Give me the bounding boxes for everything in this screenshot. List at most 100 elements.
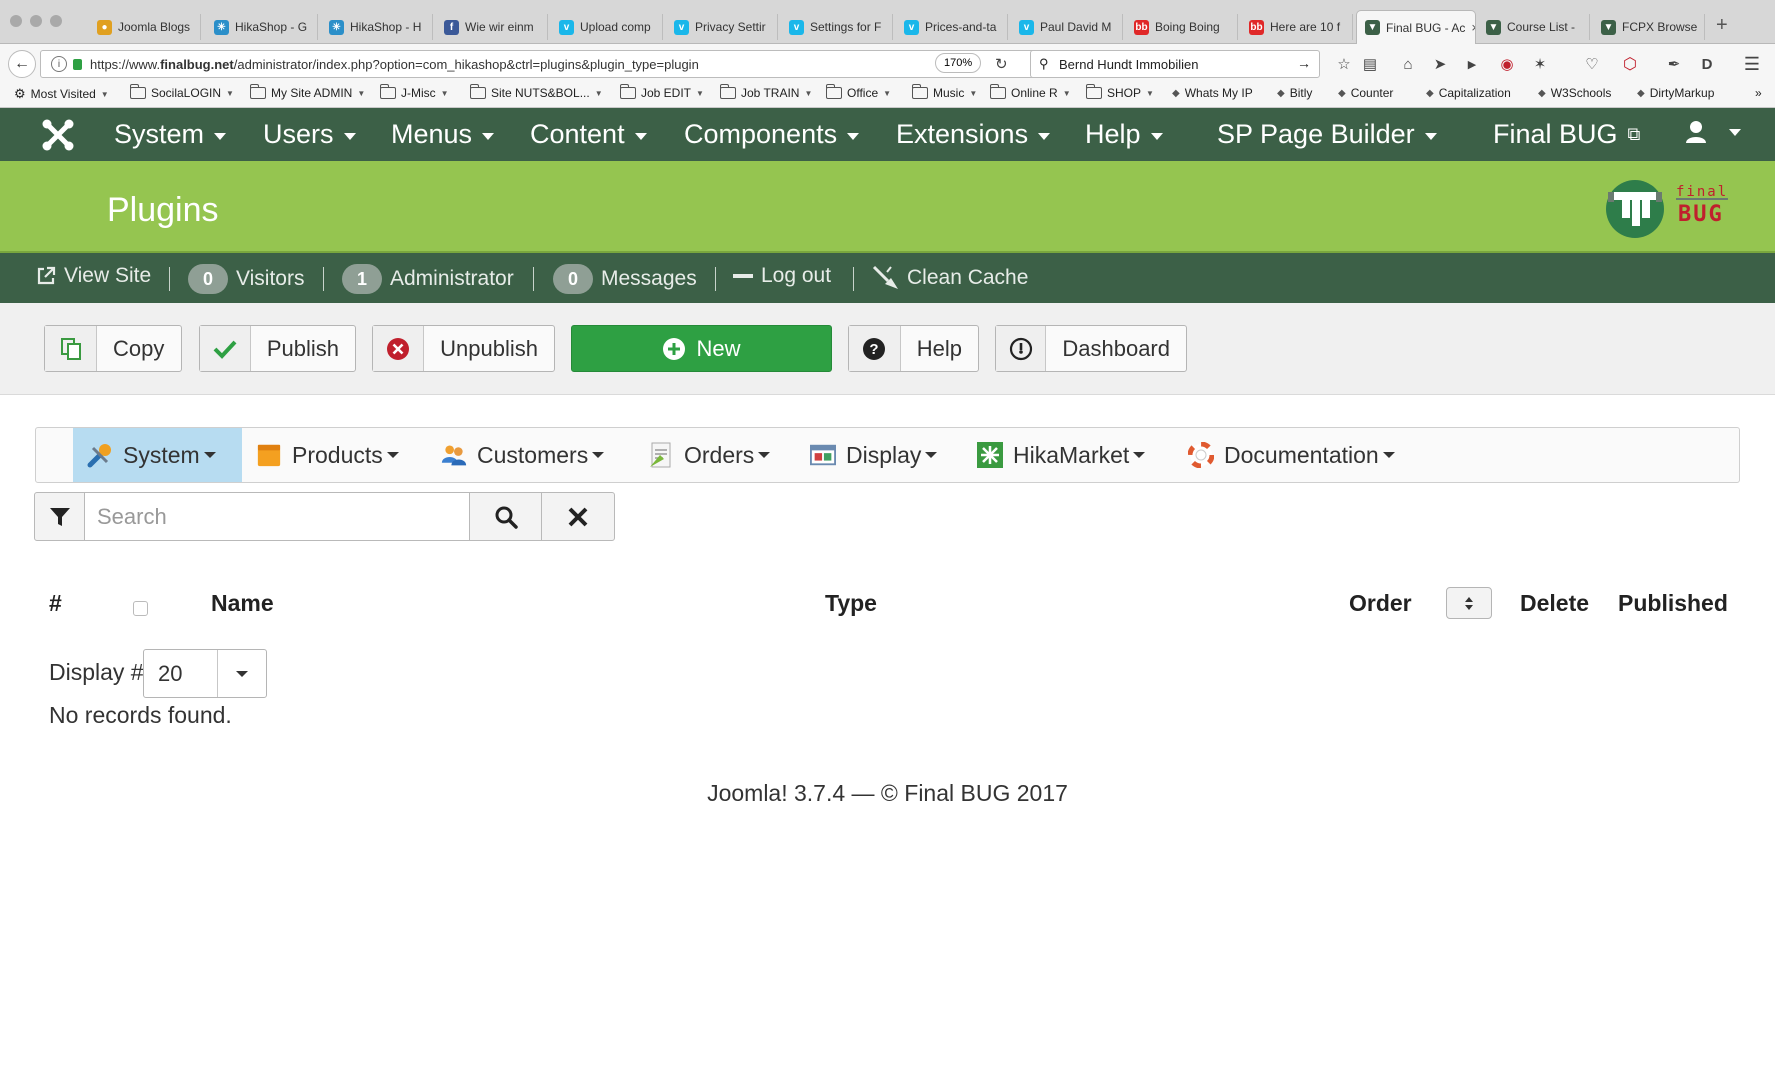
topnav-help[interactable]: Help [1085, 119, 1163, 150]
bookmark-item[interactable]: SHOP ▼ [1086, 84, 1154, 100]
sort-order-button[interactable] [1446, 587, 1492, 619]
browser-search-input[interactable]: ⚲ Bernd Hundt Immobilien → [1030, 50, 1320, 78]
bookmark-item[interactable]: ◆ Bitly [1277, 86, 1312, 100]
adblock-icon[interactable]: ⬡ [1620, 54, 1640, 74]
hika-menu-customers[interactable]: Customers [427, 428, 618, 482]
topnav-extensions[interactable]: Extensions [896, 119, 1051, 150]
browser-tab[interactable]: v Paul David M [1011, 14, 1123, 40]
administrator-link[interactable]: 1 Administrator [342, 264, 514, 294]
browser-tab[interactable]: ✳ HikaShop - G [206, 14, 318, 40]
column-header-order[interactable]: Order [1349, 590, 1412, 617]
bookmark-item[interactable]: ◆ DirtyMarkup [1637, 86, 1714, 100]
view-site-link[interactable]: View Site [36, 264, 151, 288]
bookmark-item[interactable]: Job TRAIN ▼ [720, 84, 812, 100]
browser-tab[interactable]: v Upload comp [551, 14, 663, 40]
browser-tab[interactable]: ✳ HikaShop - H [321, 14, 433, 40]
back-button[interactable]: ← [8, 50, 36, 78]
unpublish-button[interactable]: Unpublish [372, 325, 555, 372]
extension-red-icon[interactable]: ◉ [1497, 54, 1517, 74]
reading-list-icon[interactable]: ▤ [1360, 54, 1380, 74]
hika-menu-display[interactable]: Display [796, 428, 951, 482]
bookmark-item[interactable]: ◆ Counter [1338, 86, 1393, 100]
menu-hamburger-icon[interactable]: ☰ [1742, 54, 1762, 74]
bookmark-item[interactable]: Office ▼ [826, 84, 891, 100]
browser-tab[interactable]: bb Here are 10 f [1241, 14, 1353, 40]
info-icon[interactable]: i [51, 56, 67, 72]
bookmarks-overflow-icon[interactable]: » [1755, 86, 1762, 100]
search-input[interactable] [85, 493, 470, 540]
reload-icon[interactable]: ↻ [995, 55, 1008, 73]
bookmark-item[interactable]: My Site ADMIN ▼ [250, 84, 365, 100]
hika-menu-products[interactable]: Products [242, 428, 413, 482]
bookmark-item[interactable]: ◆ Whats My IP [1172, 86, 1253, 100]
search-go-icon[interactable]: → [1297, 55, 1311, 71]
browser-tab[interactable]: ▼ Final BUG - Ac × [1356, 10, 1476, 44]
window-minimize-dot[interactable] [30, 15, 42, 27]
browser-tab[interactable]: v Settings for F [781, 14, 893, 40]
window-zoom-dot[interactable] [50, 15, 62, 27]
close-tab-icon[interactable]: × [1471, 20, 1475, 35]
topnav-sp-page-builder[interactable]: SP Page Builder [1217, 119, 1437, 150]
topnav-system[interactable]: System [114, 119, 227, 150]
extension-bug-icon[interactable]: ✶ [1530, 54, 1550, 74]
topnav-users[interactable]: Users [263, 119, 356, 150]
logout-link[interactable]: Log out [733, 264, 831, 288]
help-button[interactable]: ? Help [848, 325, 979, 372]
select-all-checkbox[interactable] [133, 601, 148, 616]
folder-icon [250, 84, 266, 99]
pocket-icon[interactable]: ♡ [1582, 54, 1602, 74]
browser-tab[interactable]: bb Boing Boing [1126, 14, 1238, 40]
bookmark-item[interactable]: Job EDIT ▼ [620, 84, 704, 100]
bookmark-item[interactable]: Online R ▼ [990, 84, 1071, 100]
display-count-select[interactable]: 20 [143, 649, 267, 698]
browser-tab[interactable]: v Prices-and-ta [896, 14, 1008, 40]
youtube-icon[interactable]: ▶ [1462, 54, 1482, 74]
browser-tab[interactable]: f Wie wir einm [436, 14, 548, 40]
bookmark-item[interactable]: Site NUTS&BOL... ▼ [470, 84, 603, 100]
search-button[interactable] [470, 493, 542, 540]
browser-tab[interactable]: ▼ FCPX Browse [1593, 14, 1705, 40]
user-menu[interactable] [1685, 120, 1741, 144]
status-divider [169, 267, 170, 291]
copy-icon [45, 326, 97, 371]
browser-tab[interactable]: ▼ Course List - [1478, 14, 1590, 40]
browser-tab[interactable]: v Privacy Settir [666, 14, 778, 40]
dashboard-button[interactable]: Dashboard [995, 325, 1187, 372]
url-bar[interactable]: i https://www. finalbug.net/administrator… [40, 50, 1040, 78]
bookmark-item[interactable]: Music ▼ [912, 84, 977, 100]
browser-tab[interactable]: ● Joomla Blogs [89, 14, 201, 40]
new-tab-button[interactable]: + [1716, 14, 1728, 37]
column-header-name[interactable]: Name [211, 590, 274, 617]
publish-button[interactable]: Publish [199, 325, 356, 372]
hika-menu-orders[interactable]: Orders [634, 428, 784, 482]
eyedropper-icon[interactable]: ✒ [1664, 54, 1684, 74]
caret-down-icon: ▼ [100, 89, 109, 99]
hika-menu-documentation[interactable]: Documentation [1174, 428, 1409, 482]
messages-link[interactable]: 0 Messages [553, 264, 697, 294]
bookmark-star-icon[interactable]: ☆ [1334, 54, 1354, 74]
window-close-dot[interactable] [10, 15, 22, 27]
visitors-link[interactable]: 0 Visitors [188, 264, 304, 294]
topnav-components[interactable]: Components [684, 119, 860, 150]
hika-menu-hikamarket[interactable]: HikaMarket [963, 428, 1159, 482]
bookmark-item[interactable]: J-Misc ▼ [380, 84, 449, 100]
home-icon[interactable]: ⌂ [1398, 54, 1418, 74]
extension-d-icon[interactable]: D [1697, 54, 1717, 74]
new-button[interactable]: New [571, 325, 832, 372]
hika-menu-system[interactable]: System [73, 428, 242, 482]
zoom-badge[interactable]: 170% [935, 53, 982, 73]
joomla-logo-icon[interactable] [40, 117, 76, 153]
copy-button[interactable]: Copy [44, 325, 182, 372]
send-icon[interactable]: ➤ [1430, 54, 1450, 74]
bookmark-item[interactable]: ⚙ Most Visited ▼ [14, 86, 109, 102]
clear-search-button[interactable] [542, 493, 614, 540]
column-header-published[interactable]: Published [1618, 590, 1728, 617]
topnav-menus[interactable]: Menus [391, 119, 495, 150]
clean-cache-link[interactable]: Clean Cache [871, 264, 1028, 292]
topnav-content[interactable]: Content [530, 119, 647, 150]
topnav-final-bug[interactable]: Final BUG ⧉ [1493, 119, 1640, 150]
bookmark-item[interactable]: SocilaLOGIN ▼ [130, 84, 234, 100]
column-header-type[interactable]: Type [825, 590, 877, 617]
bookmark-item[interactable]: ◆ Capitalization [1426, 86, 1511, 100]
bookmark-item[interactable]: ◆ W3Schools [1538, 86, 1611, 100]
